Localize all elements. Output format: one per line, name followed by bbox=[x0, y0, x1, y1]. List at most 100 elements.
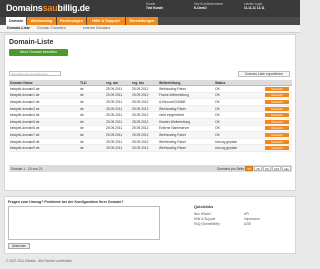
weiterleitung-cell: Webhosting Paket bbox=[158, 138, 214, 146]
page-title: Domain-Liste bbox=[9, 39, 54, 46]
copyright-text: © 2007-2011 Sitesite - Alle Rechte vorbe… bbox=[6, 259, 73, 263]
per-page-label: Domains pro Seite bbox=[217, 166, 245, 171]
reg-bis-cell: 25.09.2012 bbox=[131, 131, 158, 139]
domain-name-cell[interactable]: beispiel-domain8.de bbox=[9, 138, 79, 146]
subnav-domain-transfers[interactable]: Domain-Transfers bbox=[37, 26, 66, 30]
domain-name-cell[interactable]: beispiel-domain6.de bbox=[9, 125, 79, 133]
search-input[interactable]: Domain-Liste durchsuchen bbox=[9, 71, 61, 76]
weiterleitung-cell: nicht eingerichtet bbox=[158, 111, 214, 119]
export-button[interactable]: Domain-Liste exportieren bbox=[238, 71, 290, 77]
subnav-externe-domains[interactable]: externe Domains bbox=[83, 26, 110, 30]
tab-domain[interactable]: Domain bbox=[6, 17, 26, 25]
overview-button[interactable]: Übersicht bbox=[265, 99, 289, 104]
domain-name-cell[interactable]: beispiel-domain9.de bbox=[9, 144, 79, 152]
tld-cell: de bbox=[79, 138, 105, 146]
overview-button[interactable]: Übersicht bbox=[265, 126, 289, 131]
domain-name-cell[interactable]: beispiel-domain7.de bbox=[9, 131, 79, 139]
per-page-option-10[interactable]: 10 bbox=[245, 166, 253, 171]
logo-text-part: billig.de bbox=[57, 3, 90, 13]
overview-button[interactable]: Übersicht bbox=[265, 132, 289, 137]
sub-nav: Domain-Liste Domain-Transfers externe Do… bbox=[0, 25, 300, 33]
status-cell: OK bbox=[214, 85, 264, 93]
per-page-option-100[interactable]: 100 bbox=[272, 166, 281, 171]
overview-button[interactable]: Übersicht bbox=[265, 93, 289, 98]
reg-bis-cell: 25.09.2012 bbox=[131, 105, 158, 113]
customer-info: Kunde Test Kunde bbox=[146, 2, 163, 11]
overview-button[interactable]: Übersicht bbox=[265, 146, 289, 151]
weiterleitung-cell: Webhosting Paket bbox=[158, 85, 214, 93]
quicklink-agb[interactable]: AGB bbox=[244, 222, 251, 226]
action-cell: Übersicht bbox=[264, 138, 292, 146]
customer-number-info: Ihre Kundennummer K-DemO bbox=[194, 2, 223, 11]
last-login-value: 11.11.11 11:11 bbox=[244, 6, 265, 11]
status-cell: OK bbox=[214, 98, 264, 106]
overview-button[interactable]: Übersicht bbox=[265, 113, 289, 118]
action-cell: Übersicht bbox=[264, 85, 292, 93]
subnav-domain-liste[interactable]: Domain-Liste bbox=[7, 26, 30, 30]
reg-bis-cell: 25.09.2012 bbox=[131, 138, 158, 146]
domain-name-cell[interactable]: beispiel-domain2.de bbox=[9, 98, 79, 106]
table-row: beispiel-domain9.de de 25.09.2011 25.09.… bbox=[9, 144, 292, 152]
action-cell: Übersicht bbox=[264, 92, 292, 100]
reg-am-cell: 25.09.2011 bbox=[105, 118, 131, 126]
per-page-option-all[interactable]: alle bbox=[282, 166, 291, 171]
weiterleitung-cell: Webhosting Paket bbox=[158, 144, 214, 152]
table-row: beispiel-domain3.de de 25.09.2011 25.09.… bbox=[9, 105, 292, 113]
overview-button[interactable]: Übersicht bbox=[265, 106, 289, 111]
question-textarea[interactable] bbox=[8, 206, 160, 240]
brand-logo[interactable]: Domainssaubillig.de bbox=[6, 3, 90, 13]
table-row: beispiel-domain2.de de 25.09.2011 25.09.… bbox=[9, 98, 292, 106]
tld-cell: de bbox=[79, 98, 105, 106]
status-cell: OK bbox=[214, 125, 264, 133]
tld-cell: de bbox=[79, 118, 105, 126]
overview-button[interactable]: Übersicht bbox=[265, 119, 289, 124]
quicklink-api[interactable]: API bbox=[244, 212, 249, 216]
quicklink-hilfe[interactable]: Hilfe & Support bbox=[194, 217, 215, 221]
table-row: beispiel-domain6.de de 25.09.2011 25.09.… bbox=[9, 125, 292, 133]
reg-am-cell: 25.09.2011 bbox=[105, 111, 131, 119]
tld-cell: de bbox=[79, 85, 105, 93]
last-login-info: Letzter Login 11.11.11 11:11 bbox=[244, 2, 265, 11]
overview-button[interactable]: Übersicht bbox=[265, 86, 289, 91]
tld-cell: de bbox=[79, 144, 105, 152]
reg-bis-cell: 25.09.2012 bbox=[131, 111, 158, 119]
tab-webhosting[interactable]: Webhosting bbox=[27, 17, 56, 25]
domain-name-cell[interactable]: beispiel-domain4.de bbox=[9, 111, 79, 119]
question-label: Fragen zum Umzug? Probleme bei der Konfi… bbox=[8, 200, 124, 204]
tab-einstellungen[interactable]: Einstellungen bbox=[126, 17, 158, 25]
tld-cell: de bbox=[79, 111, 105, 119]
pagination-info: Domain 1 - 10 von 21 bbox=[11, 166, 43, 171]
pagination-bar: Domain 1 - 10 von 21 Domains pro Seite 1… bbox=[9, 165, 292, 172]
reg-bis-cell: 25.09.2012 bbox=[131, 85, 158, 93]
action-cell: Übersicht bbox=[264, 98, 292, 106]
tab-hilfe-support[interactable]: Hilfe & Support bbox=[87, 17, 125, 25]
reg-bis-cell: 25.09.2012 bbox=[131, 98, 158, 106]
per-page-option-50[interactable]: 50 bbox=[263, 166, 271, 171]
status-cell: OK bbox=[214, 118, 264, 126]
domain-name-cell[interactable]: beispiel-domain3.de bbox=[9, 105, 79, 113]
status-cell: Umzug geplant bbox=[214, 144, 264, 152]
tld-cell: de bbox=[79, 125, 105, 133]
domain-name-cell[interactable]: beispiel-domain0.de bbox=[9, 85, 79, 93]
action-cell: Übersicht bbox=[264, 118, 292, 126]
per-page-option-25[interactable]: 25 bbox=[254, 166, 262, 171]
domain-name-cell[interactable]: beispiel-domain5.de bbox=[9, 118, 79, 126]
order-domain-button[interactable]: Neue Domain bestellen bbox=[9, 49, 68, 56]
quicklink-whois[interactable]: Neu Whois? bbox=[194, 212, 211, 216]
action-cell: Übersicht bbox=[264, 131, 292, 139]
tld-cell: de bbox=[79, 131, 105, 139]
reg-am-cell: 25.09.2011 bbox=[105, 105, 131, 113]
status-cell: OK bbox=[214, 105, 264, 113]
quicklink-impressum[interactable]: Impressum bbox=[244, 217, 260, 221]
top-header: Domainssaubillig.de Kunde Test Kunde Ihr… bbox=[0, 0, 300, 17]
tab-rechnungen[interactable]: Rechnungen bbox=[57, 17, 86, 25]
send-button[interactable]: Absenden bbox=[8, 243, 30, 249]
reg-am-cell: 25.09.2011 bbox=[105, 85, 131, 93]
table-row: beispiel-domain5.de de 25.09.2011 25.09.… bbox=[9, 118, 292, 126]
reg-am-cell: 25.09.2011 bbox=[105, 125, 131, 133]
domain-name-cell[interactable]: beispiel-domain1.de bbox=[9, 92, 79, 100]
quicklink-faq[interactable]: FAQ (Schnellhilfe) bbox=[194, 222, 220, 226]
overview-button[interactable]: Übersicht bbox=[265, 139, 289, 144]
weiterleitung-cell: A-Record/CNAME bbox=[158, 98, 214, 106]
reg-am-cell: 25.09.2011 bbox=[105, 144, 131, 152]
